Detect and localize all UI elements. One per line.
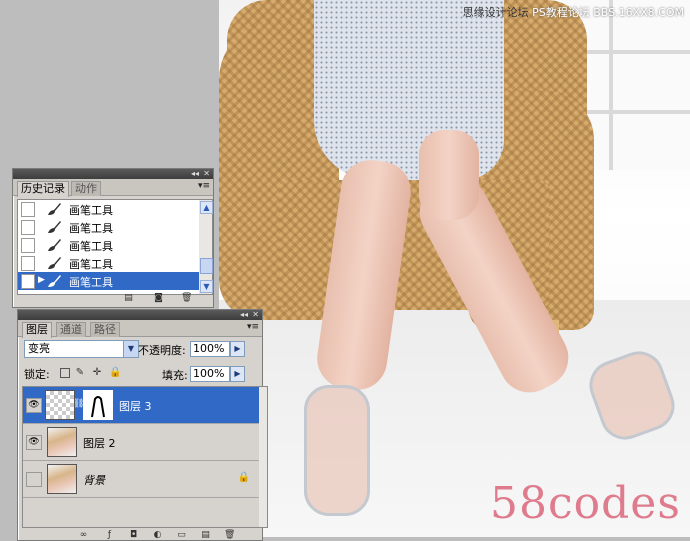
opacity-field[interactable]: 100% [190, 341, 230, 357]
history-item[interactable]: 画笔工具 [18, 218, 200, 237]
history-footer: ▤ ◙ 🗑 [13, 291, 213, 307]
mask-shape-icon [91, 396, 105, 418]
left-sandal [304, 385, 370, 516]
layer-row[interactable]: 👁 图层 2 [23, 424, 260, 461]
brush-icon [48, 275, 61, 287]
layer-thumbnail[interactable] [45, 390, 75, 420]
close-icon[interactable]: ✕ [252, 310, 259, 320]
brush-icon [48, 221, 61, 233]
image-canvas[interactable]: 思缘设计论坛 PS教程论坛 BBS.16XX8.COM 58codes [219, 0, 690, 537]
trash-icon[interactable]: 🗑 [224, 531, 235, 540]
blend-mode-select[interactable]: 变亮 ▼ [24, 340, 139, 358]
add-mask-icon[interactable]: ◘ [128, 531, 139, 540]
panel-titlebar[interactable]: ◂◂ ✕ [13, 169, 213, 179]
layer-mask-thumbnail[interactable] [83, 390, 113, 420]
watermark-site-url: PS教程论坛 BBS.16XX8.COM [532, 6, 684, 19]
history-item-label: 画笔工具 [69, 204, 113, 217]
panel-menu-icon[interactable]: ▾≡ [198, 181, 210, 191]
history-item[interactable]: 画笔工具 [18, 254, 200, 273]
layers-tabs: 图层 通道 路径 ▾≡ [18, 320, 262, 338]
layer-style-icon[interactable]: ƒ [104, 531, 115, 540]
eye-icon[interactable]: 👁 [26, 435, 42, 450]
lock-all-icon[interactable]: 🔒 [109, 368, 121, 378]
layers-footer: ∞ ƒ ◘ ◐ ▭ ▤ 🗑 [18, 528, 262, 540]
opacity-label: 不透明度: [138, 344, 186, 357]
history-state-arrow-icon: ▶ [38, 275, 45, 285]
blend-mode-value: 变亮 [28, 342, 50, 355]
hands [419, 130, 479, 220]
lock-label: 锁定: [24, 368, 50, 381]
layer-thumbnail[interactable] [47, 427, 77, 457]
watermark-top: 思缘设计论坛 PS教程论坛 BBS.16XX8.COM [463, 4, 684, 20]
layers-scrollbar[interactable] [259, 386, 268, 528]
source-checkbox[interactable] [21, 238, 35, 253]
brush-icon [48, 203, 61, 215]
scroll-thumb[interactable] [200, 258, 213, 274]
collapse-icon[interactable]: ◂◂ [240, 310, 248, 320]
brush-icon [48, 257, 61, 269]
layer-name[interactable]: 图层 3 [119, 398, 152, 414]
eye-icon[interactable]: 👁 [26, 398, 42, 413]
layers-panel: ◂◂ ✕ 图层 通道 路径 ▾≡ 变亮 ▼ 不透明度: 100% ▶ 锁定: ✎… [17, 309, 268, 541]
panel-menu-icon[interactable]: ▾≡ [247, 322, 259, 332]
lock-icon: 🔒 [237, 472, 250, 483]
lock-position-move-icon[interactable]: ✛ [92, 368, 102, 378]
brush-icon [48, 239, 61, 251]
source-checkbox[interactable] [21, 220, 35, 235]
history-item-label: 画笔工具 [69, 222, 113, 235]
history-item[interactable]: 画笔工具 [18, 236, 200, 255]
layer-row-selected[interactable]: 👁 ⛓ 图层 3 [23, 387, 260, 424]
link-layers-icon[interactable]: ∞ [78, 531, 89, 540]
layer-row[interactable]: 背景 🔒 [23, 461, 260, 498]
new-group-icon[interactable]: ▭ [176, 531, 187, 540]
source-checkbox[interactable] [21, 256, 35, 271]
adjustment-layer-icon[interactable]: ◐ [152, 531, 163, 540]
trash-icon[interactable]: 🗑 [181, 294, 192, 303]
history-item-selected[interactable]: ▶ 画笔工具 [18, 272, 200, 290]
fill-label: 填充: [162, 369, 188, 382]
lock-transparency-icon[interactable] [60, 368, 70, 378]
fill-field[interactable]: 100% [190, 366, 230, 382]
new-document-from-state-icon[interactable]: ▤ [123, 294, 134, 303]
tab-paths[interactable]: 路径 [90, 322, 120, 337]
collapse-icon[interactable]: ◂◂ [191, 169, 199, 179]
close-icon[interactable]: ✕ [203, 169, 210, 179]
layer-thumbnail[interactable] [47, 464, 77, 494]
source-checkbox[interactable] [21, 274, 35, 289]
new-layer-icon[interactable]: ▤ [200, 531, 211, 540]
scroll-up-icon[interactable]: ▲ [200, 201, 213, 214]
history-panel: ◂◂ ✕ 历史记录 动作 ▾≡ 画笔工具 画笔工具 画笔工具 画笔工具 ▶ 画笔… [12, 168, 214, 308]
history-scrollbar[interactable]: ▲ ▼ [199, 199, 213, 295]
layers-list: 👁 ⛓ 图层 3 👁 图层 2 背景 🔒 [22, 386, 261, 528]
new-snapshot-icon[interactable]: ◙ [153, 294, 164, 303]
chevron-down-icon[interactable]: ▼ [123, 341, 138, 357]
history-item-label: 画笔工具 [69, 258, 113, 271]
layer-name[interactable]: 背景 [83, 472, 105, 488]
source-checkbox[interactable] [21, 202, 35, 217]
visibility-toggle[interactable] [26, 472, 42, 487]
history-list: 画笔工具 画笔工具 画笔工具 画笔工具 ▶ 画笔工具 [17, 199, 201, 295]
tab-layers[interactable]: 图层 [22, 322, 52, 338]
panel-titlebar[interactable]: ◂◂ ✕ [18, 310, 262, 320]
layer-name[interactable]: 图层 2 [83, 435, 116, 451]
watermark-site-name: 思缘设计论坛 [462, 6, 529, 19]
history-item[interactable]: 画笔工具 [18, 200, 200, 219]
history-tabs: 历史记录 动作 ▾≡ [13, 179, 213, 197]
opacity-slider-arrow-icon[interactable]: ▶ [230, 341, 245, 357]
tab-history[interactable]: 历史记录 [17, 181, 69, 197]
watermark-bottom: 58codes [490, 478, 681, 529]
tab-actions[interactable]: 动作 [71, 181, 101, 196]
tab-channels[interactable]: 通道 [56, 322, 86, 337]
history-item-label: 画笔工具 [69, 276, 113, 289]
fill-slider-arrow-icon[interactable]: ▶ [230, 366, 245, 382]
history-item-label: 画笔工具 [69, 240, 113, 253]
lock-pixels-brush-icon[interactable]: ✎ [75, 368, 85, 378]
